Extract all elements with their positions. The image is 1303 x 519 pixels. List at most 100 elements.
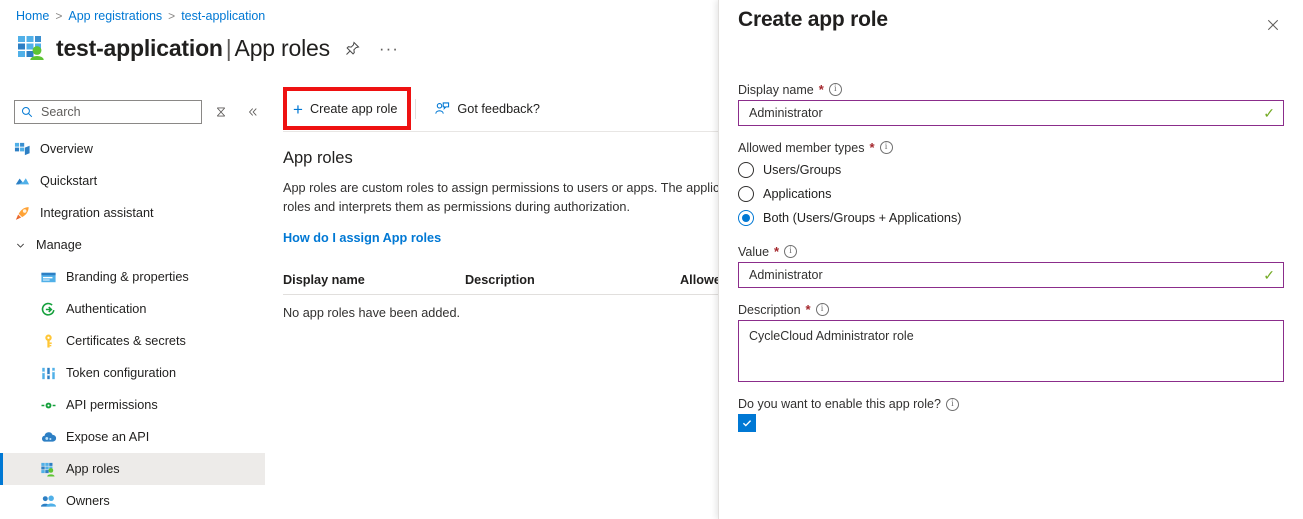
sidebar-nav: Overview Quickstart Integration assistan… bbox=[0, 133, 265, 517]
required-marker: * bbox=[818, 82, 824, 97]
sidebar-item-quickstart[interactable]: Quickstart bbox=[0, 165, 265, 197]
column-header-display-name[interactable]: Display name bbox=[283, 273, 465, 287]
radio-option-both[interactable]: Both (Users/Groups + Applications) bbox=[738, 206, 1284, 230]
rocket-icon bbox=[14, 205, 31, 222]
create-app-role-label: Create app role bbox=[309, 102, 398, 116]
sidebar-item-owners[interactable]: Owners bbox=[0, 485, 265, 517]
sidebar-item-integration-assistant[interactable]: Integration assistant bbox=[0, 197, 265, 229]
command-divider bbox=[415, 99, 417, 119]
page-title-section: App roles bbox=[234, 34, 331, 61]
create-app-role-button[interactable]: + Create app role bbox=[283, 94, 408, 124]
description-label: Description bbox=[738, 302, 801, 317]
info-icon[interactable]: i bbox=[945, 397, 959, 411]
collapse-nav-icon[interactable] bbox=[240, 100, 266, 124]
radio-option-applications[interactable]: Applications bbox=[738, 182, 1284, 206]
sidebar-item-authentication[interactable]: Authentication bbox=[0, 293, 265, 325]
pin-icon[interactable] bbox=[340, 35, 366, 61]
sidebar-item-label: Expose an API bbox=[66, 430, 150, 444]
key-icon bbox=[40, 333, 57, 350]
info-icon[interactable]: i bbox=[828, 83, 842, 96]
enable-app-role-label: Do you want to enable this app role? bbox=[738, 397, 941, 411]
sidebar-item-label: Branding & properties bbox=[66, 270, 189, 284]
owners-icon bbox=[40, 493, 57, 510]
page-title-separator: | bbox=[225, 34, 232, 61]
sidebar-group-manage[interactable]: Manage bbox=[0, 229, 265, 261]
sidebar-item-label: App roles bbox=[66, 462, 120, 476]
app-registration-icon bbox=[16, 33, 46, 63]
radio-button[interactable] bbox=[738, 186, 754, 202]
info-icon[interactable]: i bbox=[815, 303, 829, 316]
sidebar-item-label: Manage bbox=[36, 238, 82, 252]
sidebar-item-label: Token configuration bbox=[66, 366, 177, 380]
sidebar-item-label: Integration assistant bbox=[40, 206, 154, 220]
ellipsis-glyph: ··· bbox=[378, 38, 399, 58]
required-marker: * bbox=[805, 302, 811, 317]
checkmark-icon: ✓ bbox=[1263, 105, 1275, 121]
enable-app-role-label-row: Do you want to enable this app role? i bbox=[738, 397, 1284, 411]
sidebar-item-token-configuration[interactable]: Token configuration bbox=[0, 357, 265, 389]
how-do-i-assign-app-roles-link[interactable]: How do I assign App roles bbox=[283, 231, 441, 245]
search-icon bbox=[21, 106, 33, 118]
sidebar-item-overview[interactable]: Overview bbox=[0, 133, 265, 165]
value-label-row: Value * i bbox=[738, 244, 1284, 259]
expose-api-icon bbox=[40, 429, 57, 446]
sidebar-item-certificates-secrets[interactable]: Certificates & secrets bbox=[0, 325, 265, 357]
sidebar-search-row bbox=[14, 100, 266, 124]
section-title: App roles bbox=[283, 149, 353, 167]
required-marker: * bbox=[869, 140, 875, 155]
breadcrumb-item-test-application[interactable]: test-application bbox=[181, 9, 265, 23]
info-icon[interactable]: i bbox=[784, 245, 798, 258]
radio-label: Users/Groups bbox=[763, 163, 842, 177]
column-header-description[interactable]: Description bbox=[465, 273, 680, 287]
feedback-person-icon bbox=[434, 101, 450, 117]
chevron-down-icon bbox=[14, 239, 27, 252]
page-title-row: test-application | App roles ··· bbox=[16, 33, 402, 63]
hide-search-icon[interactable] bbox=[208, 100, 234, 124]
sidebar-item-label: Overview bbox=[40, 142, 93, 156]
branding-icon bbox=[40, 269, 57, 286]
radio-option-users-groups[interactable]: Users/Groups bbox=[738, 158, 1284, 182]
breadcrumb-item-app-registrations[interactable]: App registrations bbox=[68, 9, 162, 23]
create-app-role-panel: Create app role Display name * i ✓ Allow… bbox=[718, 0, 1303, 519]
display-name-label: Display name bbox=[738, 82, 814, 97]
ellipsis-icon[interactable]: ··· bbox=[376, 35, 402, 61]
api-permissions-icon bbox=[40, 397, 57, 414]
breadcrumb-separator: > bbox=[168, 9, 176, 23]
sidebar-item-label: Authentication bbox=[66, 302, 147, 316]
breadcrumb-item-home[interactable]: Home bbox=[16, 9, 49, 23]
allowed-member-types-label-row: Allowed member types * i bbox=[738, 140, 1284, 155]
sidebar-item-branding-properties[interactable]: Branding & properties bbox=[0, 261, 265, 293]
page-title: test-application | App roles bbox=[56, 35, 330, 62]
search-box[interactable] bbox=[14, 100, 202, 124]
sidebar-item-app-roles[interactable]: App roles bbox=[0, 453, 265, 485]
description-textarea[interactable] bbox=[747, 326, 1275, 376]
azure-portal-page: Home > App registrations > test-applicat… bbox=[0, 0, 1303, 519]
overview-icon bbox=[14, 141, 31, 158]
description-field[interactable] bbox=[738, 320, 1284, 382]
value-field[interactable]: ✓ bbox=[738, 262, 1284, 288]
radio-button-selected[interactable] bbox=[738, 210, 754, 226]
radio-button[interactable] bbox=[738, 162, 754, 178]
required-marker: * bbox=[774, 244, 780, 259]
radio-label: Both (Users/Groups + Applications) bbox=[763, 211, 962, 225]
display-name-input[interactable] bbox=[747, 105, 1258, 121]
checkmark-icon: ✓ bbox=[1263, 267, 1275, 283]
plus-icon: + bbox=[293, 99, 303, 119]
search-input[interactable] bbox=[39, 104, 195, 120]
sidebar-item-api-permissions[interactable]: API permissions bbox=[0, 389, 265, 421]
page-title-app: test-application bbox=[56, 34, 223, 61]
breadcrumb: Home > App registrations > test-applicat… bbox=[16, 9, 265, 23]
allowed-member-types-label: Allowed member types bbox=[738, 140, 865, 155]
panel-body: Display name * i ✓ Allowed member types … bbox=[738, 82, 1284, 432]
enable-app-role-checkbox[interactable] bbox=[738, 414, 756, 432]
sidebar-item-expose-an-api[interactable]: Expose an API bbox=[0, 421, 265, 453]
display-name-label-row: Display name * i bbox=[738, 82, 1284, 97]
value-input[interactable] bbox=[747, 267, 1258, 283]
display-name-field[interactable]: ✓ bbox=[738, 100, 1284, 126]
radio-label: Applications bbox=[763, 187, 832, 201]
info-icon[interactable]: i bbox=[879, 141, 893, 154]
command-bar: + Create app role Got feedback? bbox=[283, 87, 550, 131]
close-icon[interactable] bbox=[1262, 14, 1284, 36]
sidebar-item-label: Quickstart bbox=[40, 174, 98, 188]
got-feedback-button[interactable]: Got feedback? bbox=[424, 94, 550, 124]
